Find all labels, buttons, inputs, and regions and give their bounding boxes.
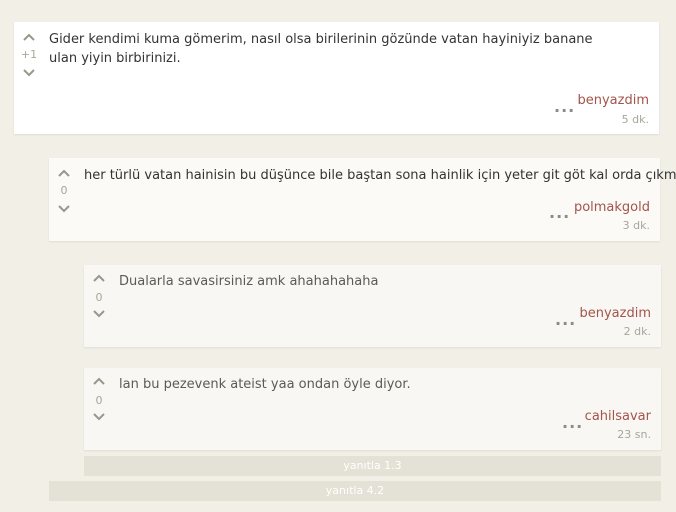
more-options-button[interactable]: ... [554, 99, 575, 115]
comment-text: Dualarla savasirsiniz amk ahahahahaha [119, 274, 379, 289]
vote-count: 0 [95, 394, 103, 407]
author-link[interactable]: cahilsavar [585, 409, 651, 424]
chevron-down-icon [93, 413, 105, 421]
timestamp: 23 sn. [617, 428, 651, 441]
author-link[interactable]: benyazdim [580, 306, 652, 321]
timestamp: 5 dk. [621, 113, 649, 126]
chevron-down-icon [93, 310, 105, 318]
comment-text: her türlü vatan hainisin bu düşünce bile… [84, 168, 676, 183]
author-link[interactable]: polmakgold [574, 200, 650, 215]
chevron-up-icon [93, 377, 105, 385]
comment-text: Gider kendimi kuma gömerim, nasıl olsa b… [49, 32, 593, 66]
comment: +1 Gider kendimi kuma gömerim, nasıl ols… [14, 22, 659, 134]
chevron-up-icon [58, 169, 70, 177]
reply-button[interactable]: yanıtla 4.2 [49, 481, 661, 501]
comment: 0 Dualarla savasirsiniz amk ahahahahaha … [84, 265, 661, 347]
vote-count: +1 [20, 48, 38, 61]
downvote-button[interactable] [92, 412, 106, 426]
reply-button[interactable]: yanıtla 1.3 [84, 456, 661, 476]
more-options-button[interactable]: ... [555, 312, 576, 328]
comment: 0 lan bu pezevenk ateist yaa ondan öyle … [84, 368, 661, 450]
comment-text: lan bu pezevenk ateist yaa ondan öyle di… [119, 377, 411, 392]
comment: 0 her türlü vatan hainisin bu düşünce bi… [49, 158, 676, 241]
chevron-down-icon [58, 205, 70, 213]
chevron-down-icon [23, 69, 35, 77]
upvote-button[interactable] [57, 168, 71, 182]
more-options-button[interactable]: ... [549, 205, 570, 221]
chevron-up-icon [23, 33, 35, 41]
downvote-button[interactable] [57, 204, 71, 218]
more-options-button[interactable]: ... [562, 415, 583, 431]
author-link[interactable]: benyazdim [578, 93, 650, 108]
vote-count: 0 [60, 184, 68, 197]
upvote-button[interactable] [22, 32, 36, 46]
downvote-button[interactable] [92, 309, 106, 323]
timestamp: 3 dk. [622, 219, 650, 232]
timestamp: 2 dk. [623, 325, 651, 338]
upvote-button[interactable] [92, 273, 106, 287]
downvote-button[interactable] [22, 68, 36, 82]
vote-count: 0 [95, 291, 103, 304]
chevron-up-icon [93, 274, 105, 282]
upvote-button[interactable] [92, 376, 106, 390]
